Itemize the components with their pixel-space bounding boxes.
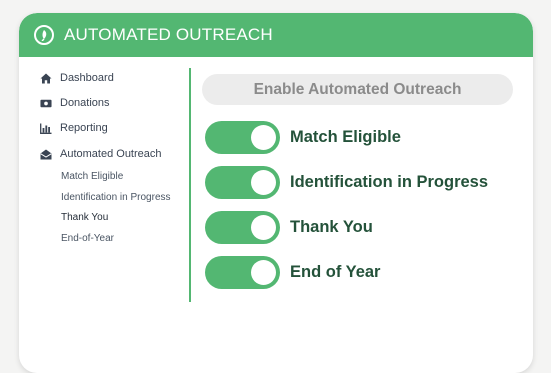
sidebar-item-donations[interactable]: Donations (40, 97, 110, 109)
home-icon (40, 72, 52, 84)
sidebar-item-dashboard[interactable]: Dashboard (40, 72, 114, 84)
sidebar-item-label: Automated Outreach (60, 148, 162, 160)
page-title: AUTOMATED OUTREACH (64, 25, 273, 44)
toggle-knob (251, 215, 276, 240)
sidebar-item-label: Donations (60, 97, 110, 109)
thank-you-toggle[interactable] (205, 211, 280, 244)
envelope-open-icon (40, 148, 52, 160)
leaf-logo-icon (34, 25, 54, 45)
sidebar-item-label: Dashboard (60, 72, 114, 84)
money-icon (40, 97, 52, 109)
sidebar-subitem-identification-in-progress[interactable]: Identification in Progress (61, 192, 171, 203)
toggle-label: End of Year (290, 263, 381, 281)
sidebar-item-label: Reporting (60, 122, 108, 134)
match-eligible-toggle[interactable] (205, 121, 280, 154)
toggle-label: Identification in Progress (290, 173, 489, 191)
bar-chart-icon (40, 122, 52, 134)
toggle-label: Thank You (290, 218, 373, 236)
header-bar: AUTOMATED OUTREACH (19, 13, 533, 57)
toggle-knob (251, 170, 276, 195)
toggle-row-match-eligible[interactable]: Match Eligible (205, 121, 401, 154)
toggle-knob (251, 260, 276, 285)
sidebar-item-automated-outreach[interactable]: Automated Outreach (40, 148, 162, 160)
sidebar-subitem-match-eligible[interactable]: Match Eligible (61, 171, 123, 182)
outreach-card: AUTOMATED OUTREACH Dashboard Donations R… (19, 13, 533, 373)
sidebar-subitem-end-of-year[interactable]: End-of-Year (61, 233, 114, 244)
end-of-year-toggle[interactable] (205, 256, 280, 289)
toggle-row-end-of-year[interactable]: End of Year (205, 256, 380, 289)
toggle-row-identification-in-progress[interactable]: Identification in Progress (205, 166, 488, 199)
sidebar-subitem-thank-you[interactable]: Thank You (61, 212, 108, 223)
toggle-label: Match Eligible (290, 128, 401, 146)
enable-automated-outreach-button[interactable]: Enable Automated Outreach (202, 74, 513, 105)
sidebar-item-reporting[interactable]: Reporting (40, 122, 108, 134)
identification-in-progress-toggle[interactable] (205, 166, 280, 199)
sidebar-divider (189, 68, 191, 302)
toggle-row-thank-you[interactable]: Thank You (205, 211, 373, 244)
toggle-knob (251, 125, 276, 150)
